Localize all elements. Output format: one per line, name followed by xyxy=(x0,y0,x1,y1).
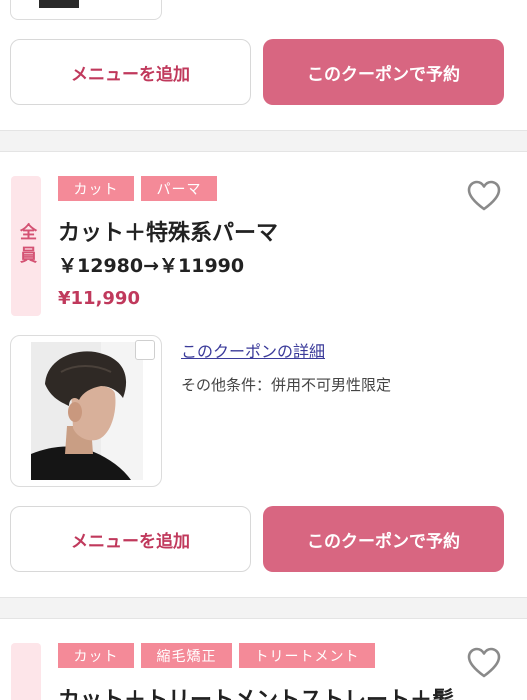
target-badge xyxy=(11,643,41,700)
compare-checkbox[interactable] xyxy=(135,340,155,360)
add-menu-button[interactable]: メニューを追加 xyxy=(10,506,251,572)
category-tag: パーマ xyxy=(141,176,217,201)
coupon-price: ¥11,990 xyxy=(58,288,140,309)
coupon-price-change: ￥12980→￥11990 xyxy=(58,255,245,277)
category-tag: 縮毛矯正 xyxy=(141,643,232,668)
coupon-detail-link[interactable]: このクーポンの詳細 xyxy=(181,338,325,362)
coupon-title: カット＋特殊系パーマ xyxy=(58,221,279,246)
category-tag: トリートメント xyxy=(239,643,375,668)
hairstyle-photo-icon xyxy=(31,342,143,480)
category-tag: カット xyxy=(58,176,134,201)
heart-outline-icon[interactable] xyxy=(467,180,501,212)
target-badge: 全員 xyxy=(11,176,41,316)
coupon-thumbnail[interactable] xyxy=(10,335,162,487)
coupon-title: カット＋トリートメントストレート＋髪 xyxy=(58,682,454,700)
add-menu-button[interactable]: メニューを追加 xyxy=(10,39,251,105)
previous-coupon-photo xyxy=(39,0,79,8)
reserve-with-coupon-button[interactable]: このクーポンで予約 xyxy=(263,39,504,105)
heart-outline-icon[interactable] xyxy=(467,647,501,679)
reserve-with-coupon-button[interactable]: このクーポンで予約 xyxy=(263,506,504,572)
target-badge-label: 全員 xyxy=(16,223,36,269)
category-tag: カット xyxy=(58,643,134,668)
coupon-photo xyxy=(31,342,143,480)
coupon-condition: その他条件：併用不可男性限定 xyxy=(181,376,392,394)
section-divider xyxy=(0,597,527,619)
section-divider xyxy=(0,130,527,152)
previous-coupon-thumbnail xyxy=(10,0,162,20)
